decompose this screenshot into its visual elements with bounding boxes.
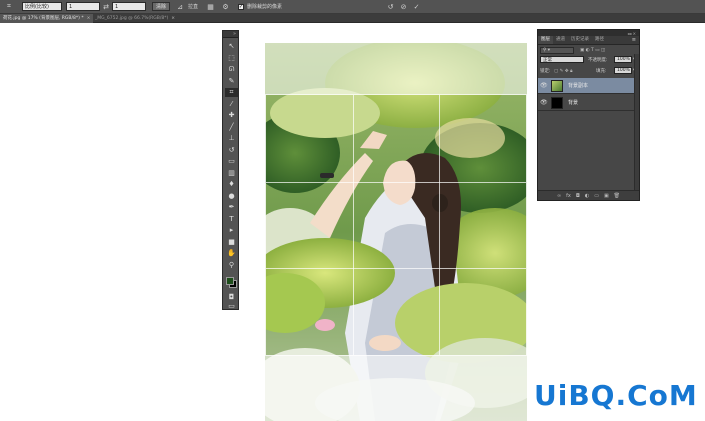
- blend-mode-select[interactable]: 正常: [540, 56, 584, 63]
- zoom-tool-icon[interactable]: ⚲: [225, 261, 238, 270]
- reset-icon[interactable]: ↺: [386, 2, 395, 11]
- lock-icons[interactable]: ▢ ✎ ✥ 🔒︎: [554, 67, 572, 74]
- layers-panel-footer: ∞ fx ◘ ◐ ▭ ▣ 🗑︎: [538, 190, 639, 200]
- quick-mask-icon[interactable]: ◘: [225, 293, 238, 302]
- straighten-label[interactable]: 拉直: [186, 2, 200, 11]
- screen-mode-icon[interactable]: ▭: [225, 302, 238, 311]
- tools-panel-header[interactable]: »: [223, 31, 238, 38]
- eye-icon[interactable]: 👁︎: [540, 82, 548, 89]
- layer-thumbnail: [551, 80, 563, 92]
- opacity-input[interactable]: 100%: [614, 56, 632, 63]
- marquee-tool-icon[interactable]: ⬚: [225, 54, 238, 63]
- brush-tool-icon[interactable]: ╱: [225, 123, 238, 132]
- document-tabs: 荷花.jpg @ 17% (背景图层, RGB/8*) * × _MG_6752.…: [0, 14, 705, 23]
- crop-shield-top: [265, 43, 527, 94]
- close-icon[interactable]: ×: [171, 16, 175, 21]
- watermark: UiBQ.CoM: [512, 376, 702, 416]
- crop-grid-line: [439, 95, 441, 355]
- hand-tool-icon[interactable]: ✋: [225, 249, 238, 258]
- check-icon[interactable]: ✓: [412, 2, 421, 11]
- watermark-text: UiBQ.CoM: [534, 379, 698, 412]
- move-tool-icon[interactable]: ↖: [225, 42, 238, 51]
- fill-input[interactable]: 100%: [614, 67, 632, 74]
- adjustment-icon[interactable]: ◐: [585, 193, 589, 199]
- blend-row: 正常 不透明度: 100% ▾: [538, 56, 639, 65]
- layer-name[interactable]: 背景: [568, 99, 578, 106]
- filter-icons[interactable]: ▣ ◐ T ▭ ◫: [580, 47, 605, 54]
- panel-menu-icon[interactable]: ≡: [632, 37, 636, 43]
- ratio-select[interactable]: 比例(比较): [22, 2, 62, 11]
- quick-select-tool-icon[interactable]: ✎: [225, 77, 238, 86]
- layer-row[interactable]: 👁︎ 背景: [538, 95, 639, 111]
- healing-brush-tool-icon[interactable]: ✚: [225, 111, 238, 120]
- group-icon[interactable]: ▭: [594, 193, 599, 199]
- clear-button[interactable]: 清除: [152, 2, 170, 11]
- blur-tool-icon[interactable]: ♦: [225, 180, 238, 189]
- eye-icon[interactable]: 👁︎: [540, 99, 548, 106]
- foreground-color-swatch[interactable]: [226, 277, 234, 285]
- fx-icon[interactable]: fx: [566, 193, 571, 199]
- crop-grid-line: [352, 95, 354, 355]
- tab-label: 荷花.jpg @ 17% (背景图层, RGB/8*) *: [3, 16, 84, 21]
- tab-label: _MG_6752.jpg @ 66.7%(RGB/8*): [95, 16, 169, 21]
- close-icon[interactable]: ×: [87, 16, 91, 21]
- opacity-label: 不透明度:: [588, 57, 608, 63]
- eraser-tool-icon[interactable]: ▭: [225, 157, 238, 166]
- tab-layers[interactable]: 图层: [538, 36, 553, 44]
- link-icon[interactable]: ∞: [557, 193, 561, 199]
- fill-label: 填充:: [596, 68, 607, 74]
- trash-icon[interactable]: 🗑︎: [614, 193, 620, 199]
- tab-document-active[interactable]: 荷花.jpg @ 17% (背景图层, RGB/8*) * ×: [0, 14, 94, 23]
- options-bar: ⌗ 比例(比较) 1 ⇄ 1 清除 ⊿ 拉直 ▦ ⚙ ✓ 删除裁剪的像素 ↺ ⊘…: [0, 0, 705, 14]
- layers-panel: ◂◂ × 图层 通道 历史记录 路径 ≡ ⚲ ▾ ▣ ◐ T ▭ ◫ 正常 不透…: [537, 29, 640, 201]
- delete-cropped-label: 删除裁剪的像素: [247, 4, 283, 10]
- layer-name[interactable]: 背景副本: [568, 82, 588, 89]
- dodge-tool-icon[interactable]: ●: [225, 192, 238, 201]
- pen-tool-icon[interactable]: ✒: [225, 203, 238, 212]
- clone-stamp-tool-icon[interactable]: ⊥: [225, 134, 238, 143]
- path-select-tool-icon[interactable]: ▸: [225, 226, 238, 235]
- new-layer-icon[interactable]: ▣: [604, 193, 609, 199]
- layers-scrollbar[interactable]: [634, 54, 639, 190]
- collapse-icon[interactable]: ◂◂ ×: [627, 31, 636, 36]
- crop-tool-icon[interactable]: ⌗: [4, 2, 14, 11]
- gradient-tool-icon[interactable]: ▥: [225, 169, 238, 178]
- filter-kind-select[interactable]: ⚲ ▾: [540, 47, 574, 54]
- tools-panel: » ◘ ▭ ↖ ⬚ ᘏ ✎ ⌗ ⁄ ✚ ╱ ⊥ ↺ ▭ ▥ ♦ ● ✒ T ▸ ■ ✋ ⚲: [222, 30, 239, 310]
- mask-icon[interactable]: ◘: [576, 193, 580, 199]
- eyedropper-tool-icon[interactable]: ⁄: [225, 100, 238, 109]
- width-field[interactable]: 1: [66, 2, 100, 11]
- lasso-tool-icon[interactable]: ᘏ: [225, 65, 238, 74]
- shape-tool-icon[interactable]: ■: [225, 238, 238, 247]
- delete-cropped-checkbox[interactable]: ✓: [238, 4, 244, 10]
- type-tool-icon[interactable]: T: [225, 215, 238, 224]
- crop-tool-icon[interactable]: ⌗: [225, 88, 238, 97]
- filter-row: ⚲ ▾ ▣ ◐ T ▭ ◫: [538, 47, 639, 56]
- lock-label: 锁定:: [540, 68, 551, 74]
- tab-history[interactable]: 历史记录: [568, 36, 592, 44]
- height-field[interactable]: 1: [112, 2, 146, 11]
- layer-row[interactable]: 👁︎ 背景副本: [538, 78, 639, 94]
- straighten-icon[interactable]: ⊿: [176, 2, 184, 11]
- tab-document-inactive[interactable]: _MG_6752.jpg @ 66.7%(RGB/8*) ×: [92, 14, 178, 23]
- layer-thumbnail: [551, 97, 563, 109]
- crop-shield-bottom: [265, 356, 527, 421]
- layers-panel-tabs: 图层 通道 历史记录 路径 ≡: [538, 36, 639, 45]
- cancel-icon[interactable]: ⊘: [399, 2, 408, 11]
- crop-grid-line: [266, 268, 526, 270]
- grid-overlay-icon[interactable]: ▦: [206, 2, 215, 11]
- history-brush-tool-icon[interactable]: ↺: [225, 146, 238, 155]
- collapse-icon[interactable]: »: [233, 31, 236, 37]
- lock-row: 锁定: ▢ ✎ ✥ 🔒︎ 填充: 100% ▾: [538, 67, 639, 76]
- crop-grid-line: [266, 181, 526, 183]
- crop-frame[interactable]: [265, 94, 527, 356]
- tab-channels[interactable]: 通道: [553, 36, 568, 44]
- tab-paths[interactable]: 路径: [592, 36, 607, 44]
- gear-icon[interactable]: ⚙: [221, 2, 230, 11]
- swap-icon[interactable]: ⇄: [102, 2, 110, 11]
